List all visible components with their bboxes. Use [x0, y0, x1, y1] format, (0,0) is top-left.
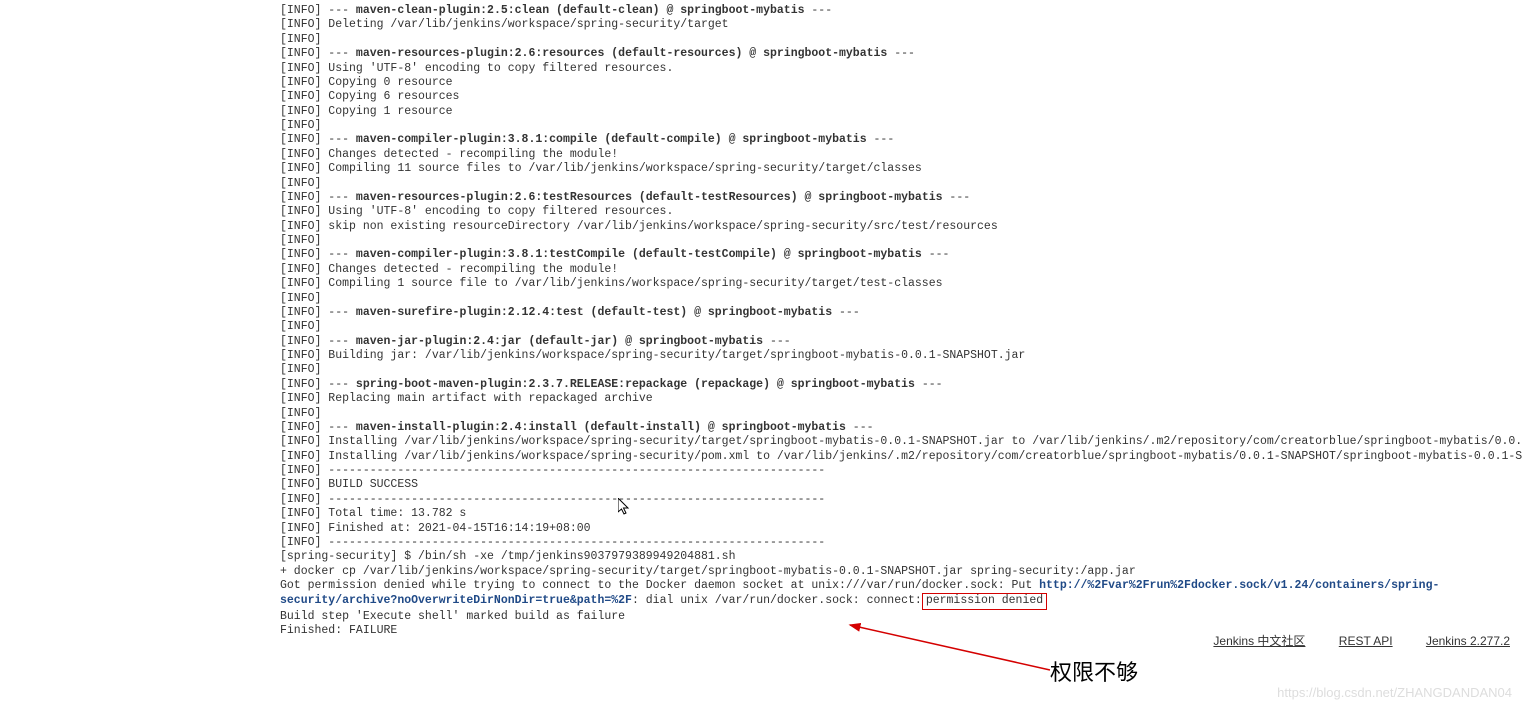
console-line: [INFO] --- maven-resources-plugin:2.6:re… — [280, 47, 1522, 61]
console-line: [INFO] Copying 6 resources — [280, 90, 1522, 104]
console-line: [INFO] Changes detected - recompiling th… — [280, 148, 1522, 162]
console-line: [INFO] --- spring-boot-maven-plugin:2.3.… — [280, 378, 1522, 392]
console-line: [INFO] Installing /var/lib/jenkins/works… — [280, 435, 1522, 449]
console-line: [INFO] — [280, 177, 1522, 191]
console-line: [INFO] — [280, 234, 1522, 248]
console-line: [INFO] ---------------------------------… — [280, 493, 1522, 507]
console-line: [INFO] Deleting /var/lib/jenkins/workspa… — [280, 18, 1522, 32]
console-line: [INFO] Copying 0 resource — [280, 76, 1522, 90]
console-line: [INFO] Using 'UTF-8' encoding to copy fi… — [280, 205, 1522, 219]
console-line: [INFO] --- maven-jar-plugin:2.4:jar (def… — [280, 335, 1522, 349]
console-line: [INFO] --- maven-clean-plugin:2.5:clean … — [280, 4, 1522, 18]
console-line: [spring-security] $ /bin/sh -xe /tmp/jen… — [280, 550, 1522, 564]
console-line: [INFO] BUILD SUCCESS — [280, 478, 1522, 492]
console-error-line: Got permission denied while trying to co… — [280, 579, 1522, 610]
console-line: [INFO] — [280, 407, 1522, 421]
error-url-link[interactable]: http://%2Fvar%2Frun%2Fdocker.sock/v1.24/… — [280, 579, 1439, 607]
console-line: + docker cp /var/lib/jenkins/workspace/s… — [280, 565, 1522, 579]
console-line: [INFO] Using 'UTF-8' encoding to copy fi… — [280, 62, 1522, 76]
console-line: [INFO] Compiling 1 source file to /var/l… — [280, 277, 1522, 291]
console-line: [INFO] Compiling 11 source files to /var… — [280, 162, 1522, 176]
permission-denied-highlight: permission denied — [922, 593, 1047, 609]
console-line: [INFO] --- maven-install-plugin:2.4:inst… — [280, 421, 1522, 435]
console-line: [INFO] — [280, 119, 1522, 133]
console-line: [INFO] — [280, 320, 1522, 334]
console-line: [INFO] ---------------------------------… — [280, 464, 1522, 478]
console-line: [INFO] — [280, 292, 1522, 306]
console-line: [INFO] skip non existing resourceDirecto… — [280, 220, 1522, 234]
console-line: [INFO] Copying 1 resource — [280, 105, 1522, 119]
console-output: [INFO] --- maven-clean-plugin:2.5:clean … — [0, 0, 1522, 649]
console-line: [INFO] Total time: 13.782 s — [280, 507, 1522, 521]
console-line: [INFO] --- maven-resources-plugin:2.6:te… — [280, 191, 1522, 205]
console-line: [INFO] ---------------------------------… — [280, 536, 1522, 550]
console-line: [INFO] --- maven-compiler-plugin:3.8.1:c… — [280, 133, 1522, 147]
console-line: Build step 'Execute shell' marked build … — [280, 610, 1522, 624]
footer-version-link[interactable]: Jenkins 2.277.2 — [1426, 634, 1510, 648]
watermark: https://blog.csdn.net/ZHANGDANDAN04 — [1277, 685, 1512, 700]
footer: Jenkins 中文社区 REST API Jenkins 2.277.2 — [0, 628, 1522, 649]
console-line: [INFO] --- maven-compiler-plugin:3.8.1:t… — [280, 248, 1522, 262]
console-line: [INFO] — [280, 363, 1522, 377]
annotation-label: 权限不够 — [1050, 655, 1138, 687]
footer-community-link[interactable]: Jenkins 中文社区 — [1213, 634, 1305, 648]
console-line: [INFO] --- maven-surefire-plugin:2.12.4:… — [280, 306, 1522, 320]
console-line: [INFO] Changes detected - recompiling th… — [280, 263, 1522, 277]
console-line: [INFO] Replacing main artifact with repa… — [280, 392, 1522, 406]
console-line: [INFO] Finished at: 2021-04-15T16:14:19+… — [280, 522, 1522, 536]
console-line: [INFO] Installing /var/lib/jenkins/works… — [280, 450, 1522, 464]
console-line: [INFO] — [280, 33, 1522, 47]
console-line: [INFO] Building jar: /var/lib/jenkins/wo… — [280, 349, 1522, 363]
footer-restapi-link[interactable]: REST API — [1339, 634, 1393, 648]
